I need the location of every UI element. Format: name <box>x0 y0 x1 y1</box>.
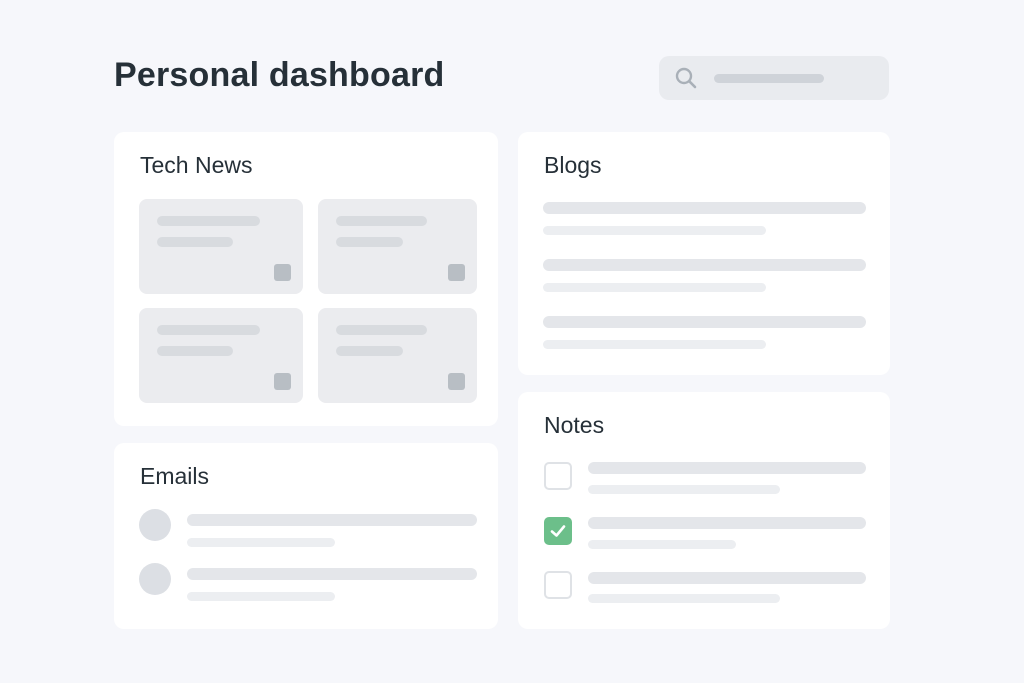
news-thumbnail <box>274 373 291 390</box>
note-meta-placeholder <box>588 485 780 494</box>
news-thumbnail <box>274 264 291 281</box>
avatar <box>139 563 171 595</box>
search-placeholder <box>714 74 824 83</box>
blog-meta-placeholder <box>543 340 766 349</box>
note-text-placeholder <box>588 517 866 529</box>
emails-title: Emails <box>140 463 210 489</box>
avatar <box>139 509 171 541</box>
news-subline-placeholder <box>336 237 403 247</box>
news-thumbnail <box>448 373 465 390</box>
emails-card: Emails <box>114 443 498 629</box>
blog-meta-placeholder <box>543 226 766 235</box>
tech-news-card: Tech News <box>114 132 498 426</box>
news-headline-placeholder <box>157 216 260 226</box>
blogs-card: Blogs <box>518 132 890 375</box>
blogs-title: Blogs <box>544 152 602 178</box>
checkmark-icon <box>550 525 566 537</box>
news-subline-placeholder <box>157 237 233 247</box>
news-subline-placeholder <box>336 346 403 356</box>
note-text-placeholder <box>588 572 866 584</box>
email-preview-placeholder <box>187 538 335 547</box>
email-preview-placeholder <box>187 592 335 601</box>
news-headline-placeholder <box>157 325 260 335</box>
note-checkbox[interactable] <box>544 571 572 599</box>
news-subline-placeholder <box>157 346 233 356</box>
blog-meta-placeholder <box>543 283 766 292</box>
news-thumbnail <box>448 264 465 281</box>
search-icon <box>675 67 697 89</box>
note-meta-placeholder <box>588 594 780 603</box>
news-tile[interactable] <box>318 199 477 294</box>
note-text-placeholder <box>588 462 866 474</box>
news-tile[interactable] <box>318 308 477 403</box>
note-checkbox[interactable] <box>544 517 572 545</box>
note-checkbox[interactable] <box>544 462 572 490</box>
news-tile[interactable] <box>139 308 303 403</box>
email-subject-placeholder <box>187 514 477 526</box>
blog-title-placeholder <box>543 202 866 214</box>
blog-title-placeholder <box>543 316 866 328</box>
email-subject-placeholder <box>187 568 477 580</box>
news-headline-placeholder <box>336 216 427 226</box>
notes-title: Notes <box>544 412 605 438</box>
blog-title-placeholder <box>543 259 866 271</box>
notes-card: Notes <box>518 392 890 629</box>
news-tile[interactable] <box>139 199 303 294</box>
tech-news-title: Tech News <box>140 152 253 178</box>
news-headline-placeholder <box>336 325 427 335</box>
page-title: Personal dashboard <box>114 56 445 94</box>
note-meta-placeholder <box>588 540 736 549</box>
search-input[interactable] <box>659 56 889 100</box>
